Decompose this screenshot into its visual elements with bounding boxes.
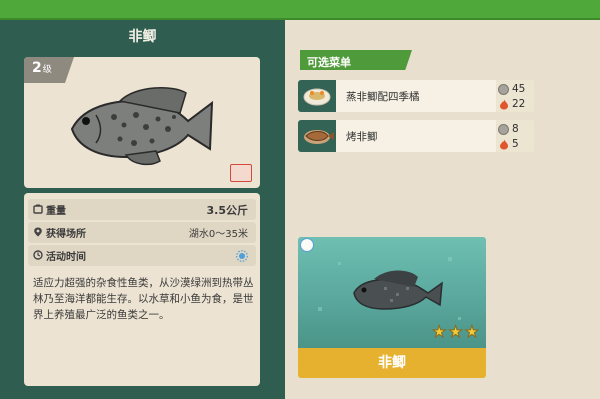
coin-cost-value: 45 [512, 83, 526, 95]
flame-icon [500, 139, 508, 150]
artist-seal-icon [230, 164, 252, 182]
fire-cost-value: 22 [512, 98, 526, 110]
activity-time-label: 活动时间 [46, 252, 86, 263]
fire-cost: 22 [496, 97, 534, 111]
preview-title: 非鲫 [298, 348, 486, 378]
weight-value: 3.5公斤 [206, 203, 249, 217]
location-label: 获得场所 [46, 229, 86, 240]
dish-row-steamed[interactable]: 蒸非鲫配四季橘 45 22 [298, 80, 534, 112]
star-icon: ★ [448, 322, 463, 341]
steamed-fish-plate-icon [303, 88, 331, 106]
coin-cost-value: 8 [512, 123, 519, 135]
dish-costs: 45 22 [496, 80, 534, 112]
dish-name: 蒸非鲫配四季橘 [346, 91, 420, 103]
fish-illustration-card: 2级 [24, 57, 260, 188]
coin-cost: 45 [496, 82, 534, 96]
sun-icon[interactable] [236, 249, 248, 262]
grilled-fish-icon [304, 130, 334, 144]
location-value: 湖水0～35米 [188, 229, 248, 240]
coin-cost: 8 [496, 122, 534, 136]
fish-drawing-icon [70, 87, 214, 166]
fire-cost: 5 [496, 137, 534, 151]
dish-thumbnail [298, 120, 336, 152]
fire-cost-value: 5 [512, 138, 519, 150]
location-row: 获得场所 湖水0～35米 [28, 222, 256, 243]
dish-name: 烤非鲫 [346, 131, 378, 143]
menu-header: 可选菜单 [300, 50, 412, 70]
level-unit: 级 [42, 65, 52, 75]
clock-icon [33, 250, 43, 260]
fish-info-box: 重量 3.5公斤 获得场所 湖水0～35米 活动时间 适应力超强的杂食性鱼类，从… [24, 193, 260, 386]
star-icon: ★ [431, 322, 447, 341]
level-number: 2 [32, 60, 42, 76]
top-bar [0, 0, 600, 20]
fish-description: 适应力超强的杂食性鱼类，从沙漠绿洲到热带丛林乃至海洋都能生存。以水草和小鱼为食，… [33, 277, 254, 321]
scale-icon [33, 204, 43, 214]
dish-costs: 8 5 [496, 120, 534, 152]
weight-row: 重量 3.5公斤 [28, 199, 256, 220]
star-icon: ★ [464, 322, 480, 341]
star-rating: ★ ★ ★ [431, 322, 480, 341]
dish-row-grilled[interactable]: 烤非鲫 8 5 [298, 120, 534, 152]
location-pin-icon [34, 227, 42, 237]
weather-badge-icon [300, 238, 314, 252]
dish-thumbnail [298, 80, 336, 112]
activity-time-row: 活动时间 [28, 245, 256, 266]
coin-icon [498, 84, 509, 95]
weight-label: 重量 [46, 206, 66, 217]
coin-icon [498, 124, 509, 135]
flame-icon [500, 99, 508, 110]
fish-title: 非鲫 [128, 29, 157, 45]
